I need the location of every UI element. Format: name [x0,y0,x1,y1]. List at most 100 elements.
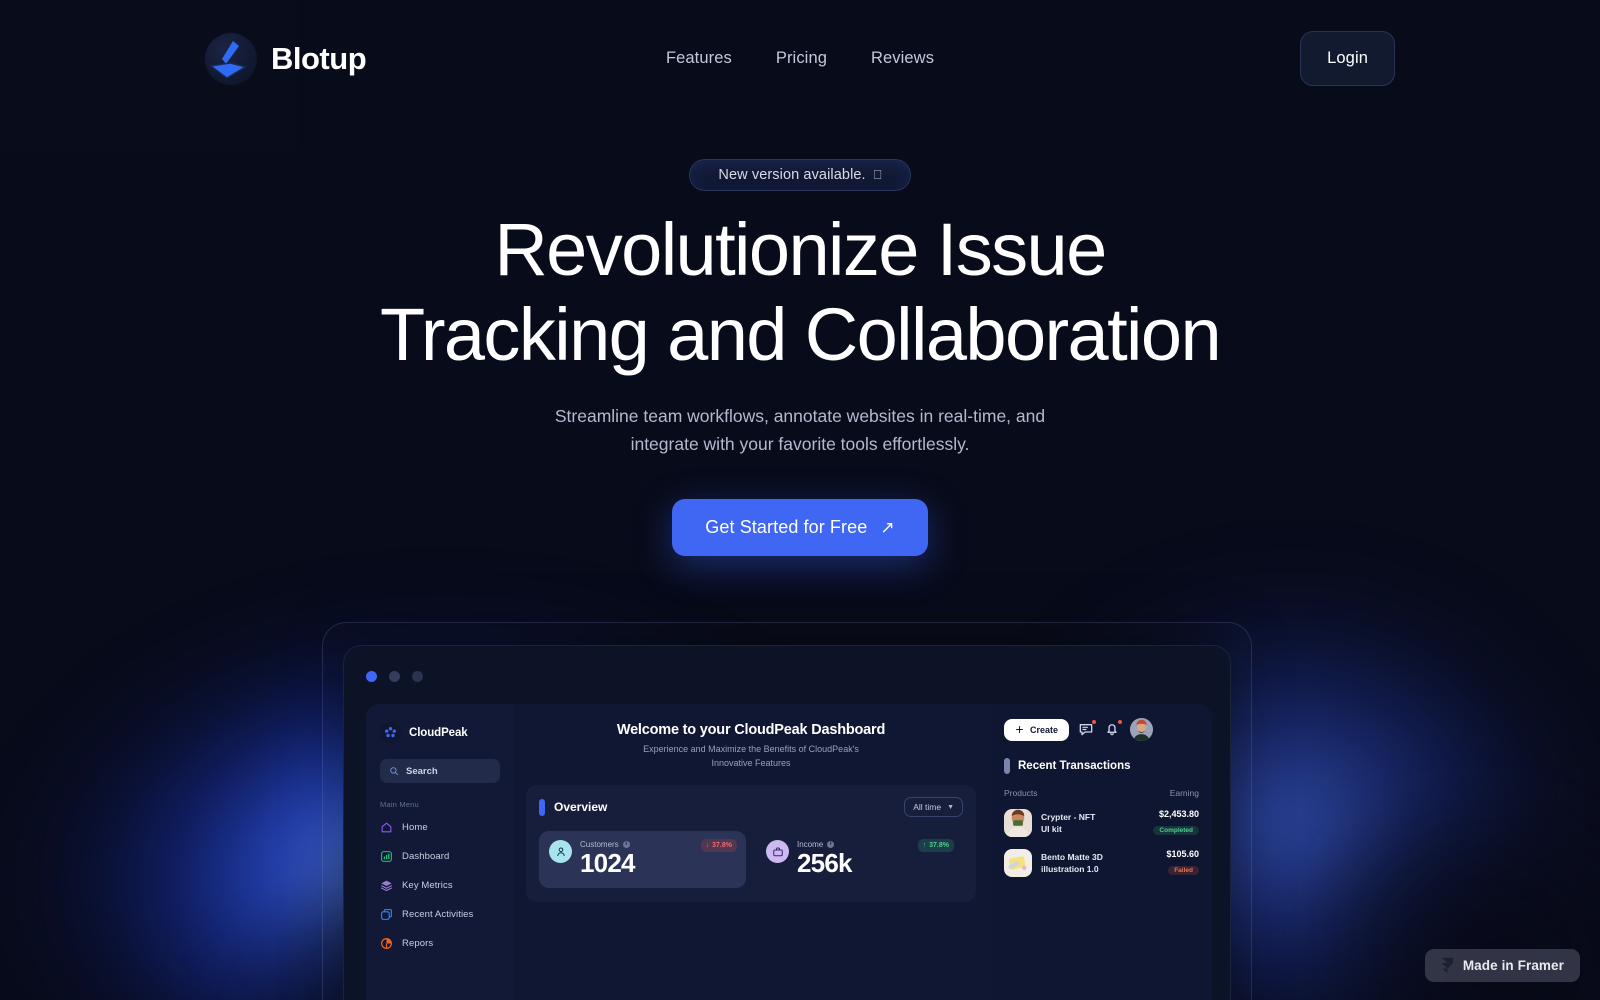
stat-trend-customers: ↓ 37.8% [700,839,737,852]
nav-item-pricing[interactable]: Pricing [770,45,833,72]
site-header: Blotup Features Pricing Reviews Login [0,0,1600,118]
chevron-down-icon: ▼ [947,803,954,811]
sidebar-item-recent-activities[interactable]: Recent Activities [380,908,500,921]
sidebar-item-dashboard[interactable]: Dashboard [380,850,500,863]
transactions-table-header: Products Earning [1004,788,1199,798]
brand-logo[interactable]: Blotup [205,33,367,85]
login-button[interactable]: Login [1300,31,1395,86]
overview-accent-bar [539,798,545,816]
panel-toolbar: Create [1004,718,1199,741]
landing-page: Blotup Features Pricing Reviews Login Ne… [0,0,1600,1000]
transaction-right: $2,453.80 Completed [1153,809,1199,837]
panel-accent-bar [1004,758,1010,774]
stat-value-customers: 1024 [580,848,635,878]
search-icon [390,767,398,775]
welcome-subtitle: Experience and Maximize the Benefits of … [526,743,976,770]
pie-chart-icon [381,938,392,949]
brand-name: Blotup [271,41,367,76]
stat-trend-value-income: 37.8% [929,842,949,849]
dashboard-main-column: Welcome to your CloudPeak Dashboard Expe… [514,704,990,1000]
cloudpeak-brand[interactable]: CloudPeak [380,722,500,743]
subtitle-line-2: integrate with your favorite tools effor… [630,434,970,455]
nav-item-features[interactable]: Features [660,45,738,72]
cloudpeak-name: CloudPeak [409,726,468,739]
recent-transactions-title: Recent Transactions [1018,760,1131,772]
product-name-line-1: Bento Matte 3D [1041,851,1103,862]
recent-transactions-header: Recent Transactions [1004,758,1199,774]
headline-line-1: Revolutionize Issue [494,208,1107,291]
briefcase-icon [766,840,789,863]
announcement-glyph-icon: ⎕ [873,167,882,182]
sidebar-section-label: Main Menu [380,800,419,809]
table-row[interactable]: Bento Matte 3D illustration 1.0 $105.60 … [1004,849,1199,877]
welcome-block: Welcome to your CloudPeak Dashboard Expe… [526,722,976,770]
product-name: Crypter - NFT UI kit [1041,811,1144,836]
stat-card-customers[interactable]: Customers i 1024 ↓ 37.8% [539,831,746,889]
product-name-line-1: Crypter - NFT [1041,811,1096,822]
transaction-amount: $2,453.80 [1158,809,1199,819]
stat-card-income[interactable]: Income i 256k ↑ 37.8% [756,831,963,888]
table-row[interactable]: Crypter - NFT UI kit $2,453.80 Completed [1004,809,1199,837]
sidebar-item-key-metrics[interactable]: Key Metrics [380,879,500,892]
product-name-line-2: illustration 1.0 [1041,864,1099,874]
cloudpeak-logo-icon [380,722,401,743]
framer-badge-label: Made in Framer [1462,958,1564,973]
subtitle-line-1: Streamline team workflows, annotate webs… [554,406,1046,426]
nav-item-reviews[interactable]: Reviews [865,45,940,72]
create-button[interactable]: Create [1004,718,1070,741]
transaction-amount: $105.60 [1166,849,1199,859]
product-name: Bento Matte 3D illustration 1.0 [1041,851,1157,876]
messages-button[interactable] [1078,719,1098,738]
transaction-right: $105.60 Failed [1166,849,1199,877]
hero-subtitle: Streamline team workflows, annotate webs… [0,402,1600,459]
plus-icon [1016,726,1023,733]
column-products: Products [1004,788,1038,798]
announcement-text: New version available. [718,167,866,183]
create-label: Create [1030,724,1059,735]
overview-title: Overview [554,800,608,814]
window-dot-2[interactable] [389,671,400,682]
get-started-button[interactable]: Get Started for Free ↗ [672,498,928,556]
sidebar-item-home[interactable]: Home [380,821,500,834]
made-in-framer-badge[interactable]: Made in Framer [1424,949,1580,982]
sidebar-label-key-metrics: Key Metrics [402,880,453,891]
stat-cards: Customers i 1024 ↓ 37.8% Income i 256k ↑… [539,831,963,889]
search-placeholder: Search [406,765,438,777]
welcome-sub-line-1: Experience and Maximize the Benefits of … [643,744,859,754]
overview-title-group: Overview [539,798,608,816]
sidebar-label-dashboard: Dashboard [402,851,450,862]
welcome-title: Welcome to your CloudPeak Dashboard [616,722,886,738]
overview-card: Overview All time ▼ Customers i 1024 ↓ 3… [526,785,976,903]
status-badge: Completed [1153,826,1199,835]
sidebar-search-input[interactable]: Search [380,759,500,783]
arrow-down-icon: ↓ [705,842,710,849]
dashboard-body: CloudPeak Search Main Menu Home Dashboar… [366,704,1212,1000]
copy-icon [381,909,392,920]
chart-bar-icon [381,851,392,862]
arrow-up-icon: ↑ [922,842,927,849]
window-dot-3[interactable] [412,671,423,682]
info-icon[interactable]: i [827,841,835,848]
info-icon[interactable]: i [622,841,630,848]
stat-value-income: 256k [797,848,852,878]
dashboard-preview-window: CloudPeak Search Main Menu Home Dashboar… [343,645,1231,1000]
time-range-select[interactable]: All time ▼ [904,797,963,817]
blotup-logo-icon [205,33,257,85]
time-range-value: All time [913,802,942,812]
notifications-unread-badge [1117,719,1124,725]
headline-line-2: Tracking and Collaboration [379,293,1222,376]
window-dot-active[interactable] [366,671,377,682]
notifications-button[interactable] [1104,719,1124,738]
main-navigation: Features Pricing Reviews [660,45,940,72]
announcement-badge[interactable]: New version available. ⎕ [689,159,911,191]
avatar[interactable] [1130,718,1154,741]
product-thumbnail [1004,849,1032,877]
page-title: Revolutionize Issue Tracking and Collabo… [0,213,1600,372]
product-name-line-2: UI kit [1041,824,1062,834]
stat-trend-income: ↑ 37.8% [917,839,954,852]
overview-header: Overview All time ▼ [539,797,963,817]
sidebar-item-repors[interactable]: Repors [380,937,500,950]
cta-label: Get Started for Free [705,516,868,537]
layers-icon [381,880,392,892]
column-earning: Earning [1169,788,1199,798]
